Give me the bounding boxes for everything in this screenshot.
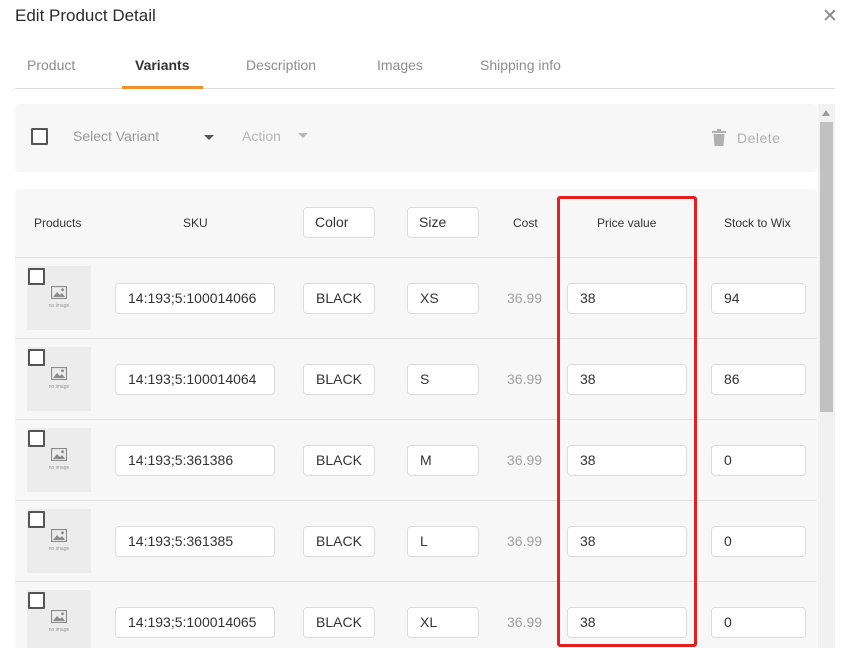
tab-bar: Product Variants Description Images Ship… [15, 48, 835, 89]
size-input[interactable]: M [407, 445, 479, 476]
image-placeholder-icon [51, 286, 67, 299]
row-checkbox[interactable] [28, 592, 45, 609]
header-stock-to-wix: Stock to Wix [724, 216, 791, 230]
row-checkbox[interactable] [28, 430, 45, 447]
header-products: Products [34, 216, 82, 230]
price-input[interactable]: 38 [567, 526, 687, 557]
delete-label: Delete [737, 130, 781, 146]
size-input[interactable]: XL [407, 607, 479, 638]
action-dropdown[interactable]: Action [242, 128, 281, 144]
chevron-down-icon[interactable] [298, 133, 308, 138]
sku-input[interactable]: 14:193;5:100014066 [115, 283, 275, 314]
price-input[interactable]: 38 [567, 364, 687, 395]
active-tab-indicator [122, 86, 203, 89]
stock-input[interactable]: 0 [711, 526, 806, 557]
sku-input[interactable]: 14:193;5:361385 [115, 526, 275, 557]
no-image-label: no image [48, 303, 70, 309]
price-input[interactable]: 38 [567, 607, 687, 638]
header-sku: SKU [183, 216, 208, 230]
color-input[interactable]: BLACK [303, 283, 375, 314]
cost-value: 36.99 [507, 371, 543, 387]
header-price-value: Price value [597, 216, 657, 230]
no-image-label: no image [48, 627, 70, 633]
no-image-label: no image [48, 465, 70, 471]
stock-input[interactable]: 0 [711, 445, 806, 476]
cost-value: 36.99 [507, 452, 543, 468]
color-input[interactable]: BLACK [303, 445, 375, 476]
scroll-up-arrow[interactable] [822, 110, 830, 116]
price-input[interactable]: 38 [567, 445, 687, 476]
size-input[interactable]: XS [407, 283, 479, 314]
color-input[interactable]: BLACK [303, 526, 375, 557]
row-checkbox[interactable] [28, 511, 45, 528]
no-image-label: no image [48, 384, 70, 390]
table-row: no image 14:193;5:100014064 BLACK S 36.9… [15, 339, 817, 420]
tab-shipping-info[interactable]: Shipping info [480, 57, 561, 73]
tab-description[interactable]: Description [246, 57, 316, 73]
color-input[interactable]: BLACK [303, 607, 375, 638]
size-input[interactable]: S [407, 364, 479, 395]
header-cost: Cost [513, 216, 538, 230]
image-placeholder-icon [51, 610, 67, 623]
header-size-filter[interactable]: Size [407, 207, 479, 238]
tab-images[interactable]: Images [377, 57, 423, 73]
tab-product[interactable]: Product [27, 57, 75, 73]
row-checkbox[interactable] [28, 268, 45, 285]
table-row: no image 14:193;5:361386 BLACK M 36.99 3… [15, 420, 817, 501]
color-input[interactable]: BLACK [303, 364, 375, 395]
tab-variants[interactable]: Variants [135, 57, 189, 73]
variant-toolbar: Select Variant Action Delete [15, 104, 817, 172]
select-variant-dropdown[interactable]: Select Variant [73, 128, 159, 144]
cost-value: 36.99 [507, 533, 543, 549]
size-input[interactable]: L [407, 526, 479, 557]
price-input[interactable]: 38 [567, 283, 687, 314]
no-image-label: no image [48, 546, 70, 552]
table-row: no image 14:193;5:100014065 BLACK XL 36.… [15, 582, 817, 648]
chevron-down-icon[interactable] [204, 135, 214, 140]
trash-icon [712, 129, 726, 146]
cost-value: 36.99 [507, 614, 543, 630]
select-all-checkbox[interactable] [31, 128, 48, 145]
image-placeholder-icon [51, 529, 67, 542]
image-placeholder-icon [51, 448, 67, 461]
table-row: no image 14:193;5:361385 BLACK L 36.99 3… [15, 501, 817, 582]
header-color-filter[interactable]: Color [303, 207, 375, 238]
stock-input[interactable]: 86 [711, 364, 806, 395]
sku-input[interactable]: 14:193;5:100014064 [115, 364, 275, 395]
scrollbar[interactable] [818, 104, 835, 648]
cost-value: 36.99 [507, 290, 543, 306]
row-checkbox[interactable] [28, 349, 45, 366]
sku-input[interactable]: 14:193;5:100014065 [115, 607, 275, 638]
image-placeholder-icon [51, 367, 67, 380]
close-icon[interactable]: ✕ [821, 7, 839, 26]
dialog-title: Edit Product Detail [15, 6, 156, 25]
stock-input[interactable]: 94 [711, 283, 806, 314]
table-row: no image 14:193;5:100014066 BLACK XS 36.… [15, 258, 817, 339]
stock-input[interactable]: 0 [711, 607, 806, 638]
variants-table: Products SKU Color Size Cost Price value… [15, 189, 817, 648]
sku-input[interactable]: 14:193;5:361386 [115, 445, 275, 476]
scrollbar-thumb[interactable] [820, 122, 833, 412]
